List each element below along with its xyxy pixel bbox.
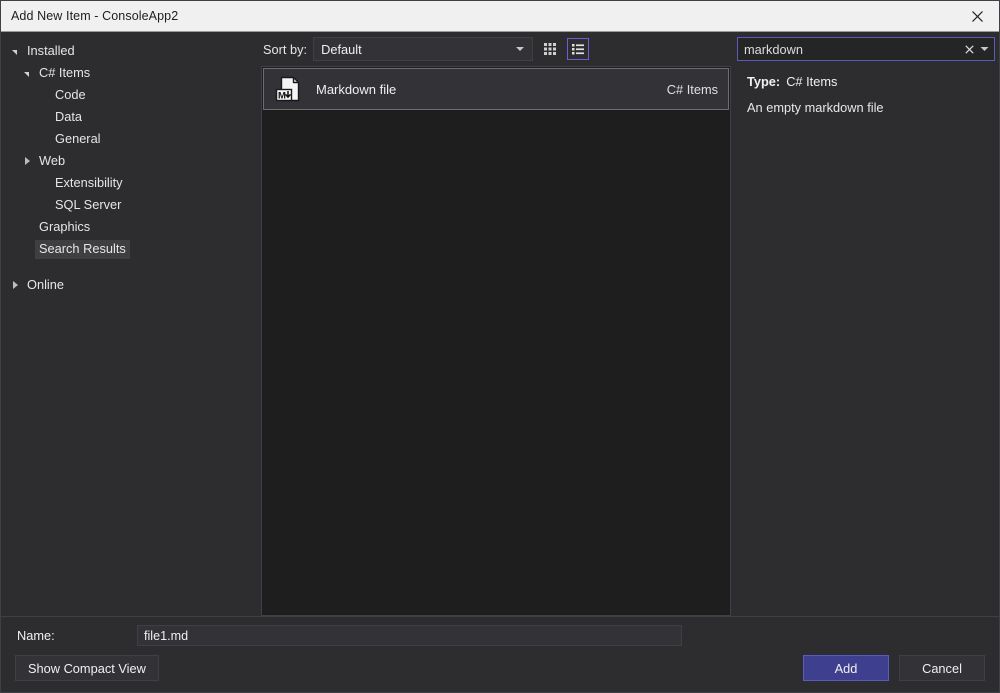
tree-item-extensibility[interactable]: Extensibility bbox=[1, 172, 259, 194]
add-new-item-dialog: Add New Item - ConsoleApp2 Installed C# … bbox=[0, 0, 1000, 693]
tree-item-label: General bbox=[51, 130, 105, 149]
search-input[interactable]: markdown bbox=[737, 37, 995, 61]
search-bar: markdown bbox=[733, 32, 999, 66]
window-title: Add New Item - ConsoleApp2 bbox=[1, 9, 178, 23]
detail-type-label: Type: bbox=[747, 74, 780, 89]
list-item-category: C# Items bbox=[667, 82, 718, 97]
tree-item-csharp-items[interactable]: C# Items bbox=[1, 62, 259, 84]
grid-view-icon[interactable] bbox=[539, 38, 561, 60]
chevron-down-icon bbox=[516, 47, 524, 51]
expander-icon[interactable] bbox=[19, 71, 35, 76]
sort-by-value: Default bbox=[321, 42, 516, 57]
tree-item-label: Online bbox=[23, 276, 68, 295]
details-content: Type: C# Items An empty markdown file bbox=[733, 66, 999, 116]
tree-item-label: Code bbox=[51, 86, 90, 105]
tree-item-search-results[interactable]: Search Results bbox=[1, 238, 259, 260]
dialog-body: Installed C# Items Code Data General Web bbox=[1, 32, 999, 616]
detail-type-row: Type: C# Items bbox=[747, 74, 991, 89]
name-input[interactable]: file1.md bbox=[137, 625, 682, 646]
tree-item-code[interactable]: Code bbox=[1, 84, 259, 106]
tree-item-installed[interactable]: Installed bbox=[1, 40, 259, 62]
sort-by-label: Sort by: bbox=[263, 42, 307, 57]
tree-item-label: C# Items bbox=[35, 64, 94, 83]
search-value: markdown bbox=[744, 42, 961, 57]
template-list[interactable]: M Markdown file C# Items bbox=[261, 66, 731, 616]
tree-item-label: Extensibility bbox=[51, 174, 127, 193]
list-item-name: Markdown file bbox=[316, 82, 667, 97]
tree-item-data[interactable]: Data bbox=[1, 106, 259, 128]
tree-item-general[interactable]: General bbox=[1, 128, 259, 150]
markdown-file-icon: M bbox=[272, 73, 304, 105]
tree-item-label: Web bbox=[35, 152, 69, 171]
clear-icon[interactable] bbox=[961, 40, 977, 58]
tree-item-web[interactable]: Web bbox=[1, 150, 259, 172]
name-label: Name: bbox=[17, 628, 137, 643]
tree-item-label: SQL Server bbox=[51, 196, 125, 215]
show-compact-view-button[interactable]: Show Compact View bbox=[15, 655, 159, 681]
footer-buttons: Show Compact View Add Cancel bbox=[1, 646, 999, 681]
name-row: Name: file1.md bbox=[1, 617, 999, 646]
expander-icon[interactable] bbox=[7, 281, 23, 289]
tree-item-label: Graphics bbox=[35, 218, 94, 237]
cancel-button[interactable]: Cancel bbox=[899, 655, 985, 681]
sort-by-select[interactable]: Default bbox=[313, 37, 533, 61]
category-tree: Installed C# Items Code Data General Web bbox=[1, 32, 259, 616]
expander-icon[interactable] bbox=[19, 157, 35, 165]
close-icon[interactable] bbox=[955, 1, 999, 31]
expander-icon[interactable] bbox=[7, 49, 23, 54]
list-item[interactable]: M Markdown file C# Items bbox=[263, 68, 729, 110]
tree-item-sql-server[interactable]: SQL Server bbox=[1, 194, 259, 216]
list-view-icon[interactable] bbox=[567, 38, 589, 60]
list-toolbar: Sort by: Default bbox=[259, 32, 733, 66]
template-list-column: Sort by: Default bbox=[259, 32, 733, 616]
tree-item-label: Installed bbox=[23, 42, 79, 61]
svg-text:M: M bbox=[278, 91, 286, 102]
tree-item-online[interactable]: Online bbox=[1, 274, 259, 296]
details-panel: markdown Type:C# bbox=[733, 32, 999, 616]
detail-type-value: C# Items bbox=[786, 74, 837, 89]
add-button[interactable]: Add bbox=[803, 655, 889, 681]
chevron-down-icon[interactable] bbox=[977, 40, 991, 58]
title-bar: Add New Item - ConsoleApp2 bbox=[1, 1, 999, 32]
dialog-footer: Name: file1.md Show Compact View Add Can… bbox=[1, 616, 999, 692]
tree-item-label: Search Results bbox=[35, 240, 130, 259]
tree-item-graphics[interactable]: Graphics bbox=[1, 216, 259, 238]
tree-item-label: Data bbox=[51, 108, 86, 127]
detail-description: An empty markdown file bbox=[747, 100, 991, 116]
